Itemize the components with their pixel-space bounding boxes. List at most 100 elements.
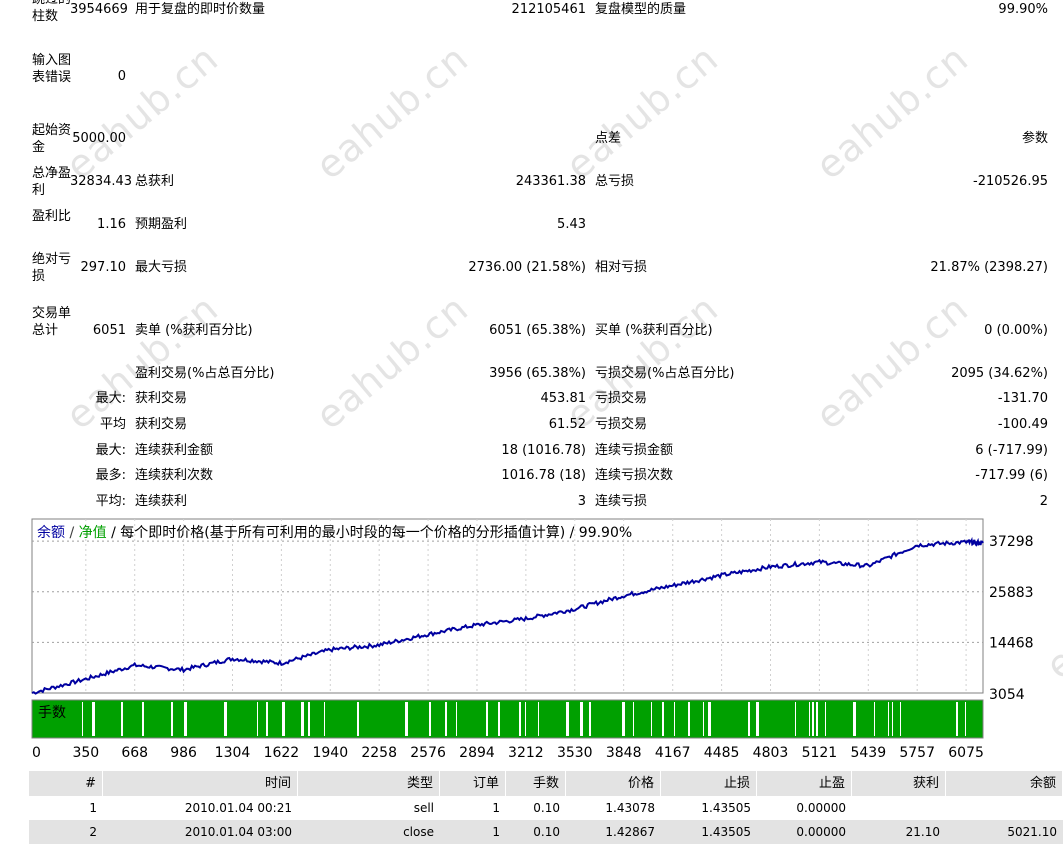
lots-gap [589, 702, 591, 736]
stat-value: 5.43 [557, 217, 586, 232]
lots-gap [486, 702, 488, 736]
watermark: eahub.cn [57, 286, 227, 438]
column-header[interactable]: 获利 [852, 771, 946, 796]
x-tick-label: 2258 [361, 745, 397, 761]
chart-legend: 余额 / 净值 / 每个即时价格(基于所有可利用的最小时段的每一个价格的分形插值… [37, 525, 632, 541]
table-cell: 1 [89, 801, 97, 815]
stat-caption: 获利交易 [135, 391, 188, 406]
watermark: eahub.cn [307, 286, 477, 438]
y-tick-label: 37298 [989, 534, 1034, 550]
watermark: eahub.cn [307, 36, 477, 188]
lots-label: 手数 [36, 705, 68, 721]
lots-gap [324, 702, 325, 736]
lots-gap [92, 702, 95, 736]
lots-gap [688, 702, 690, 736]
stat-caption: 连续亏损次数 [595, 468, 674, 483]
table-cell: 1.43505 [701, 825, 751, 839]
x-tick-label: 0 [32, 745, 41, 761]
lots-gap [708, 702, 711, 736]
stat-caption: 亏损交易 [595, 417, 648, 432]
x-tick-label: 5439 [850, 745, 886, 761]
table-cell: sell [413, 801, 434, 815]
lots-gap [498, 702, 500, 736]
lots-gap [622, 702, 625, 736]
table-cell [946, 796, 1063, 820]
stat-caption: 用于复盘的即时价数量 [135, 2, 266, 17]
lots-gap [900, 702, 901, 736]
stat-value: 3 [577, 494, 586, 509]
x-tick-label: 4803 [753, 745, 789, 761]
lots-gap [301, 702, 304, 736]
lots-gap [580, 702, 583, 736]
table-cell: close [403, 825, 434, 839]
stat-caption: 相对亏损 [595, 260, 648, 275]
column-header[interactable]: 止损 [661, 771, 757, 796]
x-tick-label: 1622 [264, 745, 300, 761]
x-tick-label: 668 [121, 745, 148, 761]
x-tick-label: 1940 [312, 745, 348, 761]
lots-gap [538, 702, 539, 736]
stat-value: 1016.78 (18) [501, 468, 586, 483]
stat-label: 跳过的柱数 [32, 0, 71, 24]
lots-gap [888, 702, 889, 736]
stat-label: 输入图表错误 [32, 53, 72, 85]
lots-gap [224, 702, 227, 736]
lots-gap [892, 702, 893, 736]
x-tick-label: 4485 [704, 745, 740, 761]
x-tick-label: 986 [170, 745, 197, 761]
table-cell: 1.43505 [701, 801, 751, 815]
column-header[interactable]: 订单 [440, 771, 506, 796]
plot-area [31, 518, 984, 694]
lots-bar [31, 699, 984, 739]
stat-value: 0 [117, 69, 126, 84]
lots-gap [853, 702, 856, 736]
x-tick-label: 1304 [215, 745, 251, 761]
stat-value: 99.90% [998, 2, 1048, 17]
stat-prefix: 平均 [99, 417, 126, 432]
lots-gap [825, 702, 826, 736]
column-header[interactable]: 类型 [298, 771, 440, 796]
lots-gap [748, 702, 750, 736]
stat-caption: 预期盈利 [135, 217, 188, 232]
table-cell: 1.42867 [605, 825, 655, 839]
x-tick-label: 3212 [508, 745, 544, 761]
lots-gap [121, 702, 123, 736]
watermark: eahub.cn [557, 36, 727, 188]
stat-prefix: 平均: [95, 494, 126, 509]
column-header[interactable]: 价格 [566, 771, 661, 796]
legend-equity: 净值 [78, 525, 107, 541]
lots-gap [965, 702, 966, 736]
lots-gap [456, 702, 457, 736]
watermark: eahub.cn [807, 286, 977, 438]
column-header[interactable]: 手数 [506, 771, 566, 796]
x-tick-label: 6075 [948, 745, 984, 761]
stat-label: 绝对亏损 [32, 252, 72, 284]
column-header[interactable]: 时间 [103, 771, 298, 796]
lots-gap [142, 702, 144, 736]
stat-value: 3954669 [70, 2, 128, 17]
lots-gap [308, 702, 310, 736]
stat-value: -100.49 [997, 417, 1048, 432]
stat-caption: 亏损交易 [595, 391, 648, 406]
column-header[interactable]: # [29, 771, 103, 796]
stat-value: 32834.43 [70, 174, 133, 189]
stat-value: 21.87% (2398.27) [930, 260, 1048, 275]
stat-value: -131.70 [997, 391, 1048, 406]
lots-gap [816, 702, 818, 736]
lots-gap [445, 702, 447, 736]
deals-table-header: # 时间 类型 订单 手数 价格 止损 止盈 获利 余额 [29, 771, 1063, 796]
stat-caption: 连续获利 [135, 494, 188, 509]
column-header[interactable]: 止盈 [757, 771, 852, 796]
table-cell: 1.43078 [605, 801, 655, 815]
table-cell: 0.10 [533, 801, 560, 815]
balance-chart: 37298 25883 14468 3054 0 350 668 986 1304 1622 194… [29, 517, 1063, 765]
watermark: eahub.cn [807, 36, 977, 188]
column-header[interactable]: 余额 [946, 771, 1063, 796]
x-tick-label: 2894 [459, 745, 495, 761]
lots-gap [956, 702, 958, 736]
stat-value: 6 (-717.99) [975, 443, 1048, 458]
stat-caption: 盈利交易(%占总百分比) [135, 366, 275, 381]
stat-value: 2095 (34.62%) [951, 366, 1048, 381]
lots-gap [566, 702, 569, 736]
legend-balance: 余额 [37, 525, 65, 541]
